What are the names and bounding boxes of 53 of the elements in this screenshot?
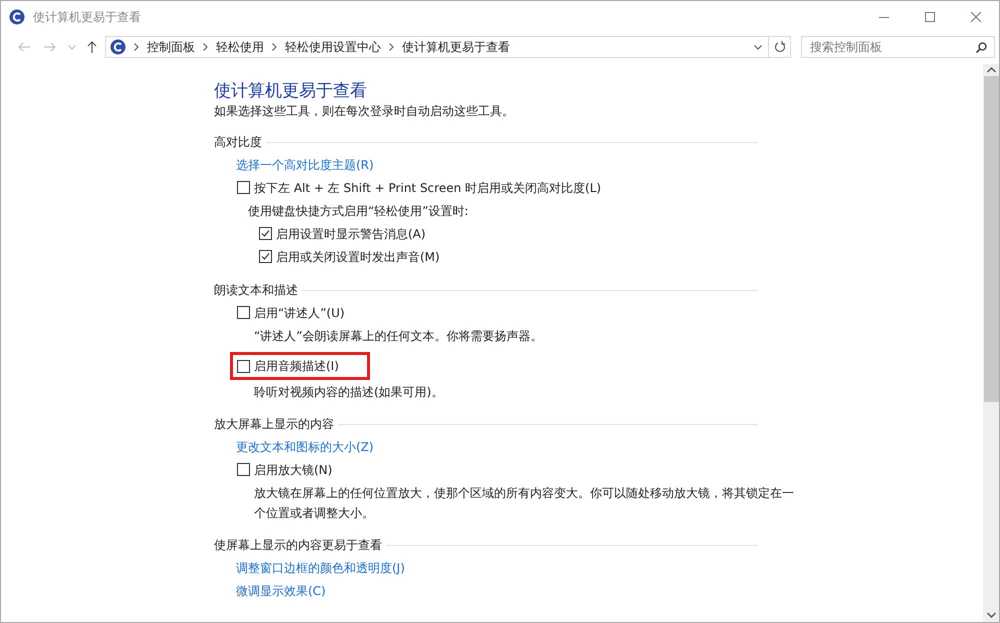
address-bar[interactable]: 控制面板 轻松使用 轻松使用设置中心 使计算机更易于查看: [105, 36, 769, 58]
back-arrow-icon: [18, 42, 30, 52]
search-icon: [976, 42, 987, 53]
checkbox[interactable]: [237, 360, 250, 372]
close-icon: [971, 12, 981, 22]
section-heading: 使屏幕上显示的内容更易于查看: [214, 537, 382, 554]
link[interactable]: 选择一个高对比度主题(R): [236, 156, 374, 174]
chevron-down-icon: [68, 44, 76, 50]
scroll-down-icon[interactable]: [986, 612, 996, 618]
checkbox-label: 启用“讲述人”(U): [254, 304, 345, 322]
checkbox[interactable]: [237, 463, 250, 476]
checkbox[interactable]: [237, 306, 250, 319]
link[interactable]: 调整窗口边框的颜色和透明度(J): [236, 558, 405, 576]
chevron-icon: [272, 43, 277, 51]
checkbox[interactable]: [237, 181, 250, 194]
checkbox-label: 按下左 Alt + 左 Shift + Print Screen 时启用或关闭高对比度(L): [254, 180, 602, 196]
chevron-icon: [203, 43, 208, 51]
checkbox-label: 启用设置时显示警告消息(A): [276, 226, 426, 242]
section-heading: 高对比度: [214, 134, 262, 151]
breadcrumb-item[interactable]: 轻松使用设置中心: [285, 38, 381, 56]
checkbox-label: 启用或关闭设置时发出声音(M): [276, 248, 440, 266]
chevron-icon: [134, 43, 139, 51]
description-text: 放大镜在屏幕上的任何位置放大，使那个区域的所有内容变大。你可以随处移动放大镜，将其锁定在一个位置或者调整大小。: [254, 485, 794, 522]
dropdown-icon[interactable]: [754, 44, 762, 50]
checkbox[interactable]: [259, 227, 272, 240]
link[interactable]: 更改文本和图标的大小(Z): [236, 438, 374, 456]
refresh-icon: [774, 41, 786, 53]
scroll-up-icon[interactable]: [986, 67, 996, 73]
breadcrumb-item[interactable]: 轻松使用: [216, 38, 264, 56]
checkbox[interactable]: [259, 250, 272, 263]
description-text: 聆听对视频内容的描述(如果可用)。: [254, 384, 444, 401]
link[interactable]: 微调显示效果(C): [236, 582, 326, 600]
control-panel-icon: [110, 39, 126, 55]
section-heading: 放大屏幕上显示的内容: [214, 416, 334, 433]
scrollbar-thumb[interactable]: [984, 76, 998, 402]
breadcrumb-item[interactable]: 使计算机更易于查看: [402, 38, 510, 56]
page-title: 使计算机更易于查看: [214, 80, 368, 102]
scrollbar[interactable]: [983, 64, 999, 622]
up-arrow-icon: [87, 41, 97, 53]
window-title: 使计算机更易于查看: [33, 9, 141, 26]
chevron-icon: [389, 43, 394, 51]
checkbox-label: 启用放大镜(N): [254, 462, 332, 478]
refresh-button[interactable]: [769, 36, 791, 58]
forward-arrow-icon: [44, 42, 56, 52]
note-text: 使用键盘快捷方式启用“轻松使用”设置时:: [248, 202, 468, 220]
search-field[interactable]: 搜索控制面板: [801, 36, 995, 58]
breadcrumb-item[interactable]: 控制面板: [147, 38, 195, 56]
control-panel-icon: [9, 9, 25, 25]
maximize-icon: [925, 12, 935, 22]
checkbox-label: 启用音频描述(I): [254, 358, 339, 375]
section-heading: 朗读文本和描述: [214, 282, 298, 299]
page-description: 如果选择这些工具，则在每次登录时自动启动这些工具。: [214, 103, 515, 120]
description-text: “讲述人”会朗读屏幕上的任何文本。你将需要扬声器。: [254, 328, 544, 345]
